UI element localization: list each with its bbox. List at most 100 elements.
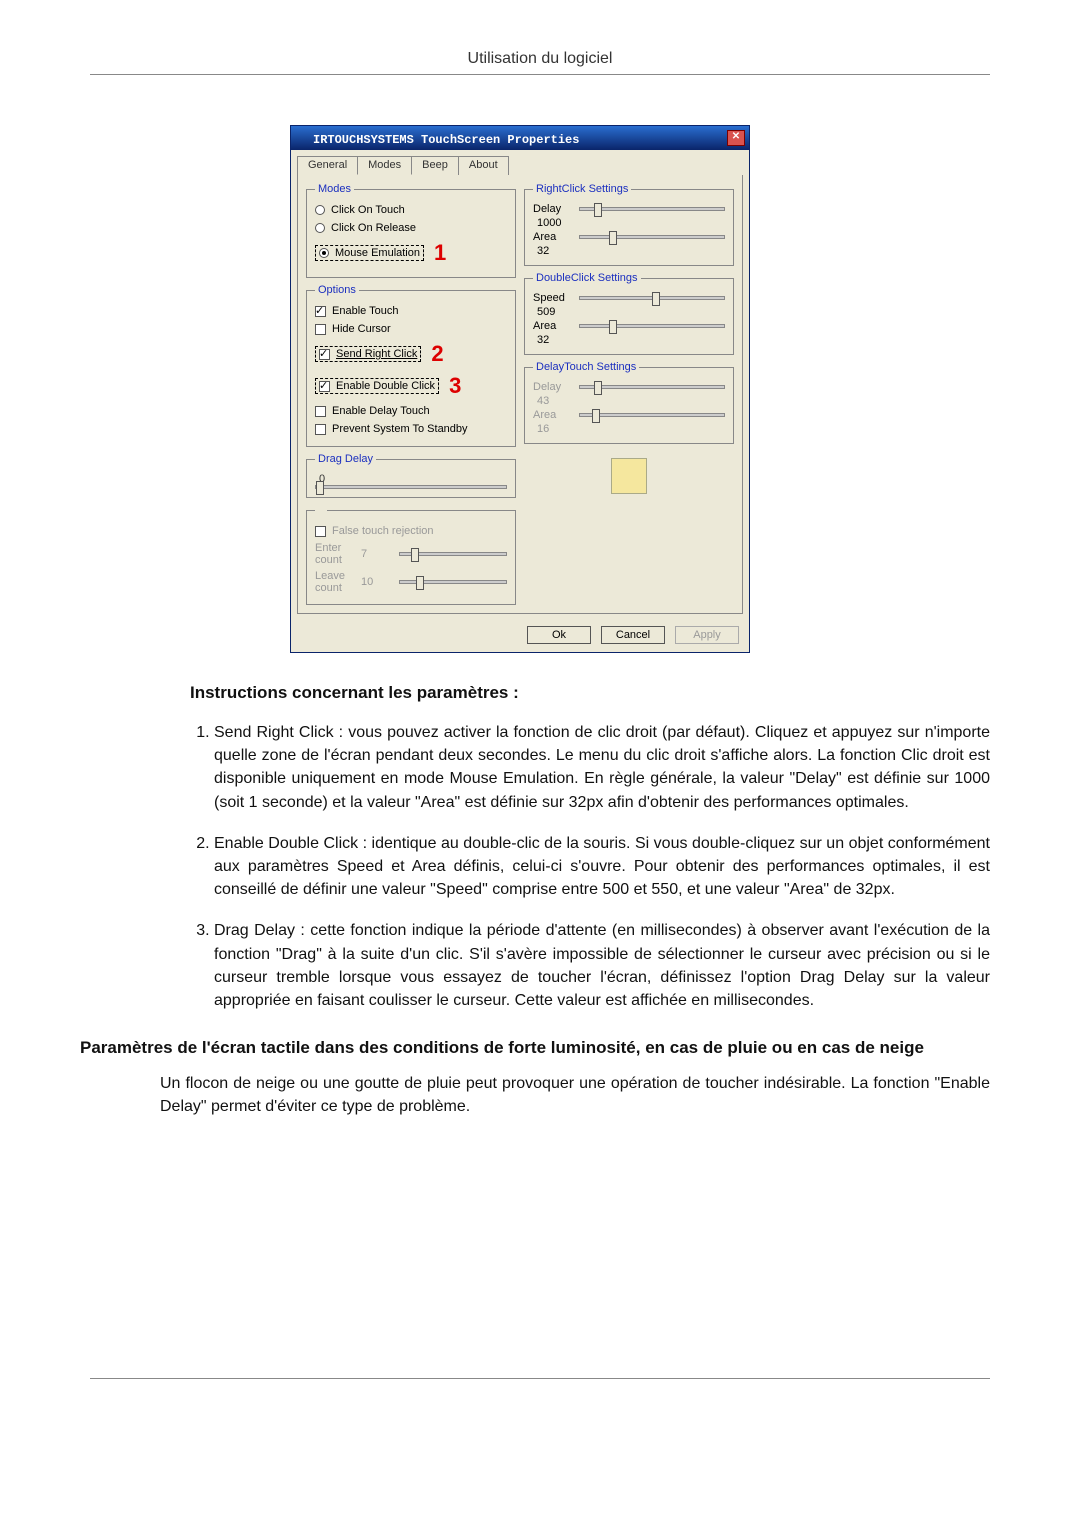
check-label: False touch rejection xyxy=(332,525,434,537)
check-hide-cursor[interactable]: Hide Cursor xyxy=(315,320,507,338)
delay-touch-delay-slider[interactable] xyxy=(579,385,725,389)
double-click-speed-value: 509 xyxy=(537,306,725,318)
delay-touch-area-slider[interactable] xyxy=(579,413,725,417)
tab-modes[interactable]: Modes xyxy=(357,156,412,175)
check-enable-delay-touch[interactable]: Enable Delay Touch xyxy=(315,402,507,420)
radio-click-on-touch[interactable]: Click On Touch xyxy=(315,201,507,219)
options-legend: Options xyxy=(315,284,359,296)
drag-delay-group: Drag Delay 0 xyxy=(306,453,516,498)
right-click-area-value: 32 xyxy=(537,245,725,257)
right-click-delay-value: 1000 xyxy=(537,217,725,229)
leave-count-label: Leave count xyxy=(315,570,353,594)
cancel-button[interactable]: Cancel xyxy=(601,626,665,644)
tab-bar: General Modes Beep About xyxy=(291,150,749,175)
delay-touch-legend: DelayTouch Settings xyxy=(533,361,639,373)
double-click-speed-slider[interactable] xyxy=(579,296,725,300)
instructions-section: Instructions concernant les paramètres :… xyxy=(190,683,990,1012)
checkbox-icon xyxy=(315,424,326,435)
check-label: Enable Touch xyxy=(332,305,398,317)
double-click-settings: DoubleClick Settings Speed 509 Area 32 xyxy=(524,272,734,355)
options-group: Options Enable Touch Hide Cursor xyxy=(306,284,516,447)
delay-touch-area-value: 16 xyxy=(537,423,725,435)
false-touch-group: x False touch rejection Enter count 7 Le… xyxy=(306,504,516,605)
leave-count-value: 10 xyxy=(361,576,391,588)
checkbox-icon xyxy=(319,381,330,392)
touchscreen-properties-dialog: IRTOUCHSYSTEMS TouchScreen Properties ✕ … xyxy=(290,125,750,653)
area-label: Area xyxy=(533,409,571,421)
double-click-speed-row: Speed xyxy=(533,290,725,306)
right-click-area-row: Area xyxy=(533,229,725,245)
double-click-area-slider[interactable] xyxy=(579,324,725,328)
leave-count-row: Leave count 10 xyxy=(315,568,507,596)
dialog-title: IRTOUCHSYSTEMS TouchScreen Properties xyxy=(295,129,579,147)
subsection-heading: Paramètres de l'écran tactile dans des c… xyxy=(80,1038,990,1058)
instruction-item-3: Drag Delay : cette fonction indique la p… xyxy=(214,919,990,1012)
radio-icon xyxy=(315,205,325,215)
radio-mouse-emulation[interactable]: Mouse Emulation 1 xyxy=(315,237,507,269)
tab-general[interactable]: General xyxy=(297,156,358,175)
delay-touch-settings: DelayTouch Settings Delay 43 Area 16 xyxy=(524,361,734,444)
tab-about[interactable]: About xyxy=(458,156,509,175)
delay-label: Delay xyxy=(533,203,571,215)
delay-touch-delay-row: Delay xyxy=(533,379,725,395)
check-enable-touch[interactable]: Enable Touch xyxy=(315,302,507,320)
check-send-right-click[interactable]: Send Right Click 2 xyxy=(315,338,507,370)
check-enable-double-click[interactable]: Enable Double Click 3 xyxy=(315,370,507,402)
radio-label: Click On Touch xyxy=(331,204,405,216)
modes-legend: Modes xyxy=(315,183,354,195)
dialog-titlebar: IRTOUCHSYSTEMS TouchScreen Properties ✕ xyxy=(291,126,749,150)
enter-count-value: 7 xyxy=(361,548,391,560)
check-label: Enable Delay Touch xyxy=(332,405,430,417)
checkbox-icon xyxy=(315,324,326,335)
folder-icon xyxy=(611,458,647,494)
right-click-delay-slider[interactable] xyxy=(579,207,725,211)
drag-delay-legend: Drag Delay xyxy=(315,453,376,465)
right-click-area-slider[interactable] xyxy=(579,235,725,239)
apply-button[interactable]: Apply xyxy=(675,626,739,644)
modes-group: Modes Click On Touch Click On Release xyxy=(306,183,516,278)
area-label: Area xyxy=(533,320,571,332)
dialog-screenshot: IRTOUCHSYSTEMS TouchScreen Properties ✕ … xyxy=(290,125,990,653)
radio-icon xyxy=(319,248,329,258)
radio-label: Click On Release xyxy=(331,222,416,234)
drag-delay-value: 0 xyxy=(315,471,507,485)
annotation-3: 3 xyxy=(449,373,461,399)
subsection-paragraph: Un flocon de neige ou une goutte de plui… xyxy=(160,1072,990,1118)
instruction-item-2: Enable Double Click : identique au doubl… xyxy=(214,832,990,902)
check-label: Hide Cursor xyxy=(332,323,391,335)
leave-count-slider[interactable] xyxy=(399,580,507,584)
enter-count-slider[interactable] xyxy=(399,552,507,556)
document-page: Utilisation du logiciel IRTOUCHSYSTEMS T… xyxy=(0,0,1080,1459)
double-click-legend: DoubleClick Settings xyxy=(533,272,641,284)
radio-icon xyxy=(315,223,325,233)
dialog-button-row: Ok Cancel Apply xyxy=(291,620,749,652)
instructions-list: Send Right Click : vous pouvez activer l… xyxy=(214,721,990,1012)
enter-count-row: Enter count 7 xyxy=(315,540,507,568)
right-click-legend: RightClick Settings xyxy=(533,183,631,195)
delay-touch-delay-value: 43 xyxy=(537,395,725,407)
left-column: Modes Click On Touch Click On Release xyxy=(306,183,516,605)
checkbox-icon xyxy=(319,349,330,360)
instructions-heading: Instructions concernant les paramètres : xyxy=(190,683,990,703)
tab-beep[interactable]: Beep xyxy=(411,156,459,175)
ok-button[interactable]: Ok xyxy=(527,626,591,644)
check-label: Prevent System To Standby xyxy=(332,423,468,435)
app-icon xyxy=(295,129,309,143)
instruction-item-1: Send Right Click : vous pouvez activer l… xyxy=(214,721,990,814)
checkbox-icon xyxy=(315,306,326,317)
area-label: Area xyxy=(533,231,571,243)
page-header-title: Utilisation du logiciel xyxy=(90,50,990,75)
checkbox-icon xyxy=(315,406,326,417)
close-icon[interactable]: ✕ xyxy=(727,130,745,146)
annotation-1: 1 xyxy=(434,240,446,266)
radio-label: Mouse Emulation xyxy=(335,247,420,259)
right-column: RightClick Settings Delay 1000 Area 32 xyxy=(524,183,734,605)
speed-label: Speed xyxy=(533,292,571,304)
radio-click-on-release[interactable]: Click On Release xyxy=(315,219,507,237)
right-click-settings: RightClick Settings Delay 1000 Area 32 xyxy=(524,183,734,266)
check-prevent-standby[interactable]: Prevent System To Standby xyxy=(315,420,507,438)
check-false-touch-rejection[interactable]: False touch rejection xyxy=(315,522,507,540)
right-click-delay-row: Delay xyxy=(533,201,725,217)
checkbox-icon xyxy=(315,526,326,537)
drag-delay-slider[interactable] xyxy=(315,485,507,489)
